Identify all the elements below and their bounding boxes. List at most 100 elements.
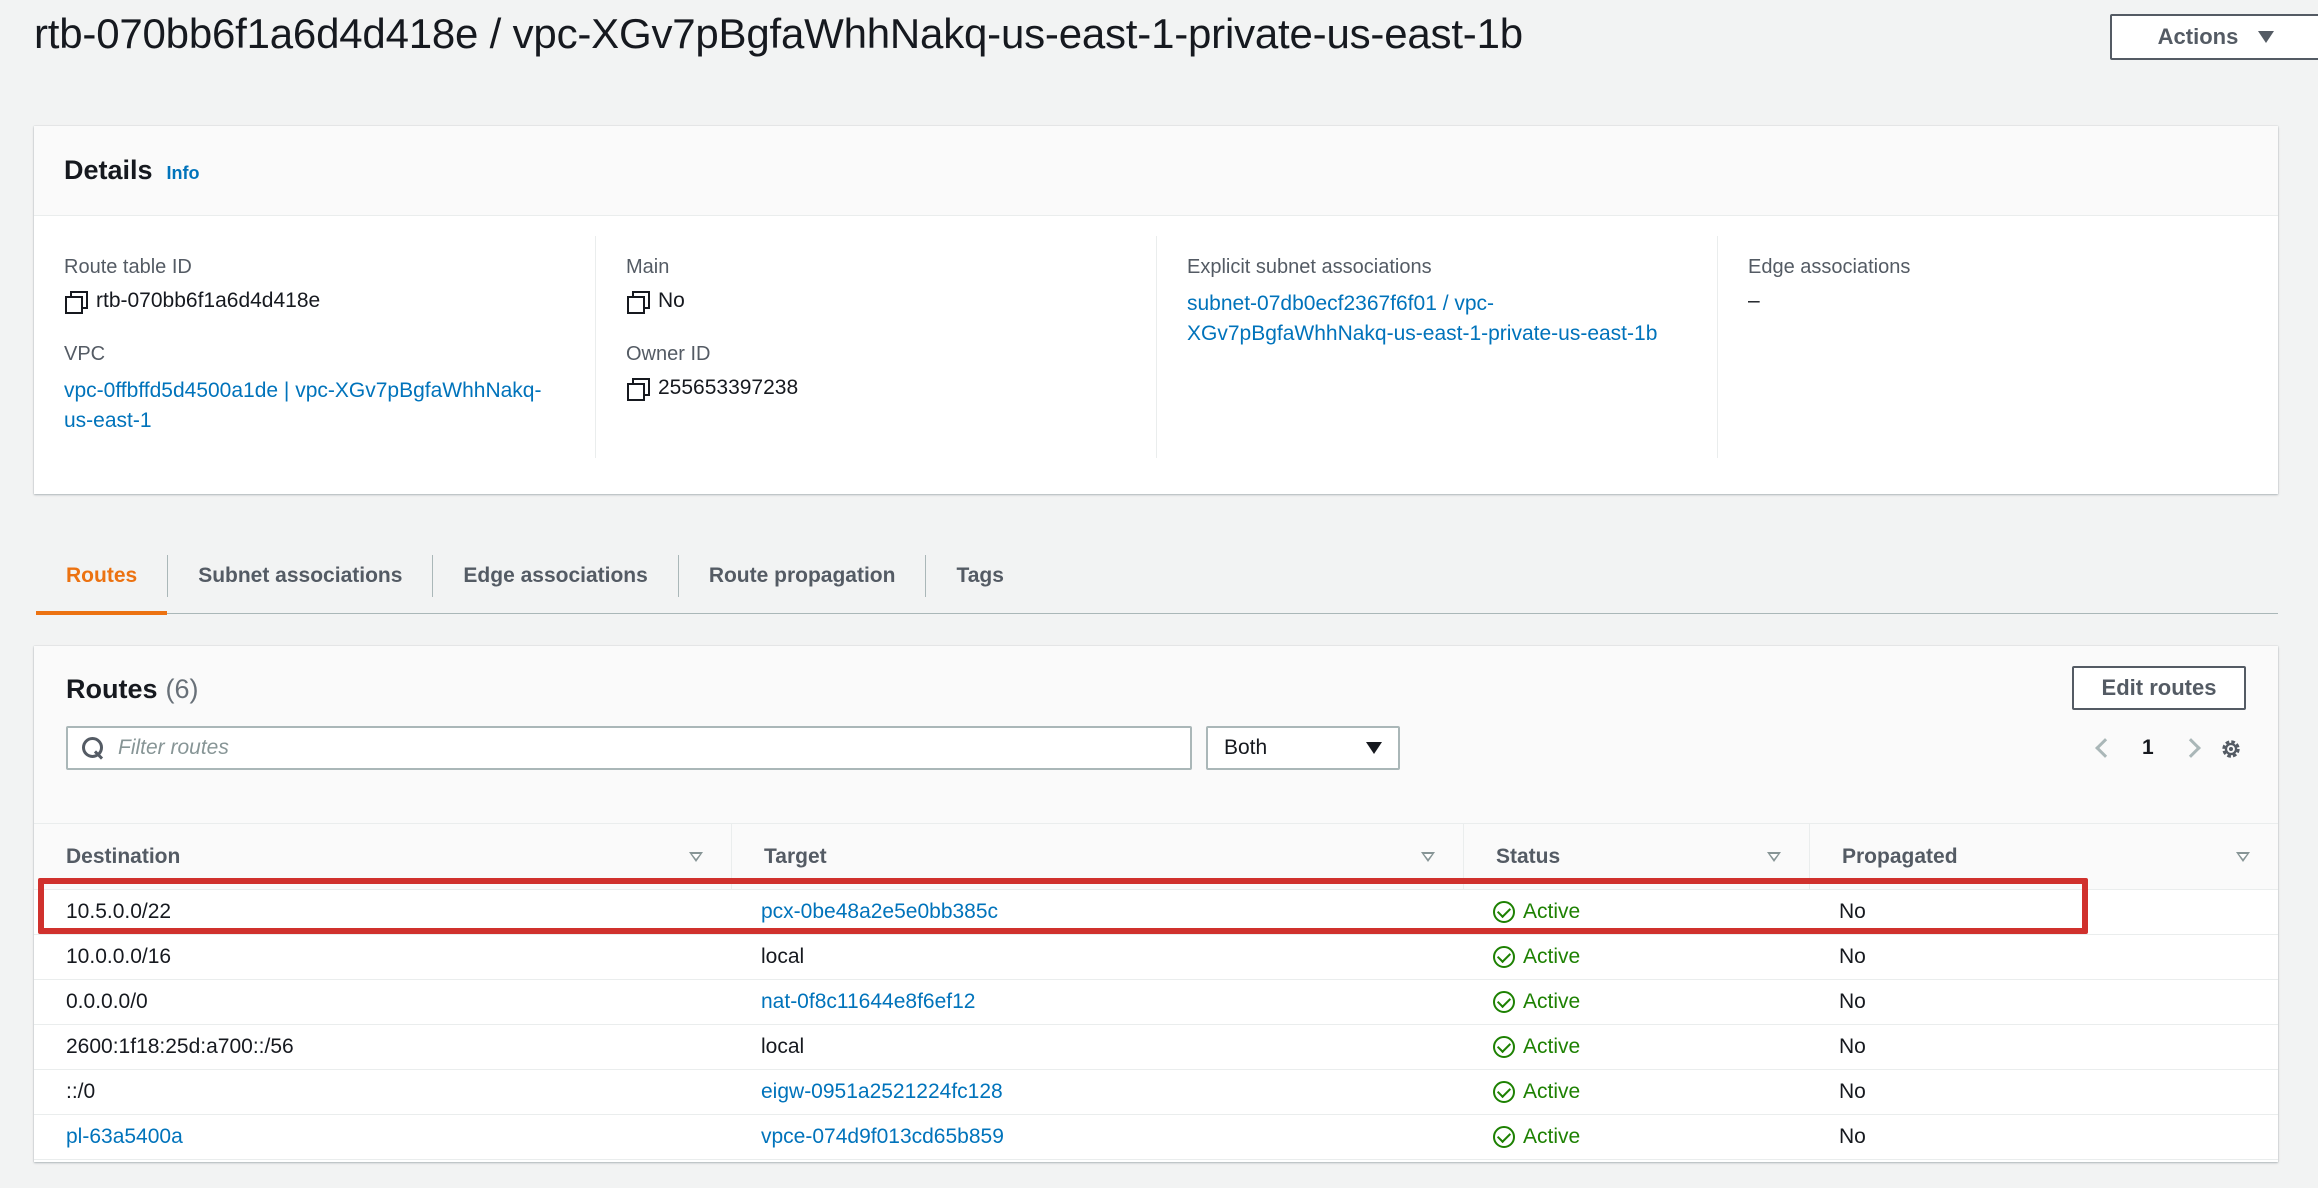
edge-associations-value: – [1748, 289, 1760, 312]
route-target[interactable]: pcx-0be48a2e5e0bb385c [731, 900, 1463, 924]
routes-count: (6) [165, 674, 199, 704]
tab-route-propagation[interactable]: Route propagation [677, 554, 926, 597]
copy-icon[interactable] [626, 290, 650, 314]
route-status: Active [1463, 1035, 1809, 1059]
routes-table-body: 10.5.0.0/22 pcx-0be48a2e5e0bb385c Active No… [34, 890, 2278, 1160]
copy-icon[interactable] [64, 290, 88, 314]
caret-down-icon [1366, 742, 1382, 754]
table-header: Destination Target Status Propagated [34, 823, 2278, 890]
route-target: local [761, 1035, 805, 1058]
tab-subnet-associations[interactable]: Subnet associations [167, 554, 432, 597]
route-destination: 2600:1f18:25d:a700::/56 [66, 1035, 294, 1058]
details-panel: Details Info Route table ID rtb-070bb6f1… [34, 126, 2278, 494]
route-destination: 10.0.0.0/16 [66, 945, 172, 968]
route-status: Active [1463, 945, 1809, 969]
route-status-text: Active [1523, 1035, 1581, 1058]
route-propagated: No [1839, 990, 1866, 1013]
search-icon [82, 737, 104, 759]
tab-tags[interactable]: Tags [925, 554, 1033, 597]
route-destination: 0.0.0.0/0 [66, 990, 148, 1013]
col-status-label: Status [1496, 844, 1561, 868]
route-propagated: No [1839, 1035, 1866, 1058]
route-target[interactable]: nat-0f8c11644e8f6ef12 [731, 990, 1463, 1014]
route-destination[interactable]: pl-63a5400a [34, 1125, 731, 1149]
route-destination: ::/0 [66, 1080, 96, 1103]
tab-bar: Routes Subnet associations Edge associat… [36, 538, 2278, 615]
status-check-icon [1493, 901, 1515, 923]
route-propagated: No [1839, 945, 1866, 968]
route-table-id-label: Route table ID [64, 256, 192, 278]
propagation-select-value: Both [1224, 736, 1268, 759]
chevron-left-icon[interactable] [2095, 738, 2115, 758]
table-row: pl-63a5400a vpce-074d9f013cd65b859 Active N… [34, 1115, 2278, 1160]
explicit-subnet-label: Explicit subnet associations [1187, 256, 1432, 278]
sort-icon[interactable] [1421, 851, 1435, 862]
col-propagated-label: Propagated [1842, 844, 1958, 868]
route-status: Active [1463, 1125, 1809, 1149]
edit-routes-button[interactable]: Edit routes [2072, 666, 2246, 710]
edge-associations-label: Edge associations [1748, 256, 1911, 278]
status-check-icon [1493, 1081, 1515, 1103]
table-row: ::/0 eigw-0951a2521224fc128 Active No [34, 1070, 2278, 1115]
details-title: Details [64, 155, 153, 185]
route-propagated: No [1839, 1080, 1866, 1103]
route-status: Active [1463, 900, 1809, 924]
main-label: Main [626, 256, 670, 278]
col-destination[interactable]: Destination [34, 824, 731, 890]
page-number[interactable]: 1 [2142, 736, 2154, 760]
copy-icon[interactable] [626, 377, 650, 401]
route-target[interactable]: vpce-074d9f013cd65b859 [731, 1125, 1463, 1149]
owner-id-label: Owner ID [626, 343, 711, 365]
route-table-id-value: rtb-070bb6f1a6d4d418e [96, 289, 321, 312]
vpc-label: VPC [64, 343, 106, 365]
route-target: local [761, 945, 805, 968]
col-destination-label: Destination [66, 844, 181, 868]
route-propagated: No [1839, 1125, 1866, 1148]
route-target[interactable]: eigw-0951a2521224fc128 [731, 1080, 1463, 1104]
col-target[interactable]: Target [731, 823, 1463, 890]
table-row: 0.0.0.0/0 nat-0f8c11644e8f6ef12 Active No [34, 980, 2278, 1025]
table-row: 10.0.0.0/16 local Active No [34, 935, 2278, 980]
explicit-subnet-link[interactable]: subnet-07db0ecf2367f6f01 / vpc-XGv7pBgfa… [1187, 289, 1687, 349]
route-status-text: Active [1523, 990, 1581, 1013]
route-status-text: Active [1523, 945, 1581, 968]
route-status-text: Active [1523, 1080, 1581, 1103]
pagination: 1 [2092, 726, 2204, 770]
tab-routes[interactable]: Routes [36, 555, 168, 615]
status-check-icon [1493, 946, 1515, 968]
routes-title-text: Routes [66, 674, 158, 704]
route-propagated: No [1839, 900, 1866, 923]
details-col-1: Route table ID rtb-070bb6f1a6d4d418e VPC… [34, 236, 595, 458]
info-link[interactable]: Info [167, 163, 200, 184]
actions-button[interactable]: Actions [2110, 14, 2318, 60]
details-col-3: Explicit subnet associations subnet-07db… [1156, 236, 1717, 458]
tab-edge-associations[interactable]: Edge associations [432, 554, 677, 597]
routes-header: Routes(6) Edit routes Both 1 [34, 646, 2278, 824]
route-status-text: Active [1523, 900, 1581, 923]
routes-title: Routes (6) [66, 674, 199, 705]
col-target-label: Target [764, 844, 827, 868]
gear-icon[interactable] [2220, 738, 2242, 760]
sort-icon[interactable] [689, 851, 703, 862]
caret-down-icon [2258, 31, 2275, 43]
vpc-link[interactable]: vpc-0ffbffd5d4500a1de | vpc-XGv7pBgfaWhh… [64, 376, 565, 436]
route-status: Active [1463, 1080, 1809, 1104]
actions-label: Actions [2157, 24, 2239, 49]
col-status[interactable]: Status [1463, 823, 1809, 890]
filter-box [66, 726, 1192, 770]
sort-icon[interactable] [2236, 851, 2250, 862]
details-col-2: Main No Owner ID 255653397238 [595, 236, 1156, 458]
propagation-select[interactable]: Both [1206, 726, 1400, 770]
status-check-icon [1493, 991, 1515, 1013]
chevron-right-icon[interactable] [2180, 738, 2201, 758]
status-check-icon [1493, 1036, 1515, 1058]
col-propagated[interactable]: Propagated [1809, 823, 2278, 890]
main-value: No [658, 289, 685, 312]
details-header: Details Info [34, 126, 2278, 216]
page-title: rtb-070bb6f1a6d4d418e / vpc-XGv7pBgfaWhh… [34, 10, 1523, 57]
table-row: 10.5.0.0/22 pcx-0be48a2e5e0bb385c Active No [34, 890, 2278, 935]
route-status-text: Active [1523, 1125, 1581, 1148]
filter-routes-input[interactable] [118, 736, 1118, 760]
route-destination: 10.5.0.0/22 [66, 900, 172, 923]
sort-icon[interactable] [1767, 851, 1781, 862]
